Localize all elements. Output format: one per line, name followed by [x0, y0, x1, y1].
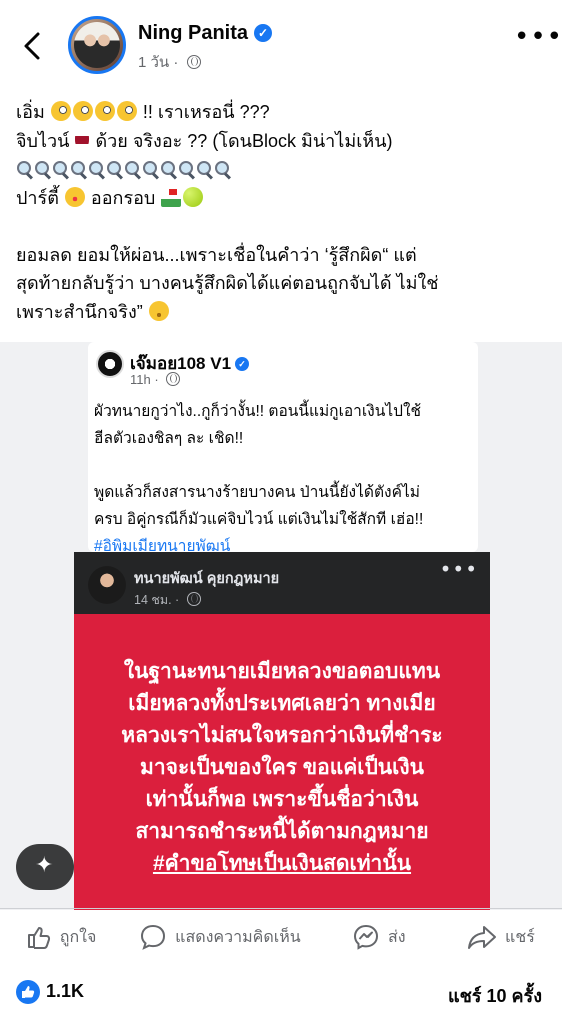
verified-badge-icon: ✓ [254, 24, 273, 42]
share-arrow-icon [468, 926, 497, 949]
caption-text: จิบไวน์ [16, 130, 70, 151]
share-button[interactable]: แชร์ [440, 910, 562, 964]
magnifying-glass-icon [178, 161, 195, 178]
verified-badge-icon: ✓ [235, 357, 250, 371]
comment-button[interactable]: แสดงความคิดเห็น [122, 910, 317, 964]
quoted-post-meta: 11h · [130, 372, 181, 387]
comment-label: แสดงความคิดเห็น [175, 928, 301, 946]
back-arrow-icon [24, 32, 40, 60]
quoted-paragraph: พูดแล้วก็สงสารนางร้ายบางคน ป่านนี้ยังได้… [94, 484, 424, 528]
share-label: แชร์ [505, 928, 535, 946]
quoted-post-time: 11h [130, 372, 151, 387]
caption-text: !! เราเหรอนี่ ??? [142, 102, 270, 122]
caption-text: ยอมลด ยอมให้ผ่อน...เพราะเชื่อในคำว่า ‘รู… [16, 244, 417, 265]
face-with-monocle-icon [72, 101, 93, 121]
magnifier-row [16, 159, 232, 179]
like-count[interactable]: 1.1K [46, 981, 84, 1002]
like-reaction-icon[interactable] [16, 980, 40, 1004]
magnifying-glass-icon [160, 161, 177, 178]
caption-text: ปาร์ตี้ [16, 187, 59, 208]
globe-icon [186, 55, 201, 69]
quoted-post-body: ผัวทนายกูว่าไง..กูก็ว่างั้น!! ตอนนี้แม่ก… [94, 398, 474, 560]
author-name[interactable]: Ning Panita [138, 22, 248, 44]
sparkle-icon: ✦ [35, 853, 54, 878]
caption-text: ด้วย จริงอะ ?? (โดนBlock มิน่าไม่เห็น) [95, 130, 393, 151]
more-options-button[interactable]: ••• [514, 24, 562, 52]
post-stats: 1.1K แชร์ 10 ครั้ง [0, 972, 562, 1014]
tennis-ball-icon [183, 186, 204, 207]
caption-text: เอิ่ม [16, 102, 45, 122]
embedded-post-screenshot: ทนายพัฒน์ คุยกฎหมาย 14 ชม. · ••• ในฐานะท… [74, 552, 490, 910]
post-header: Ning Panita ✓ 1 วัน · ••• [0, 0, 562, 92]
send-button[interactable]: ส่ง [318, 910, 440, 964]
magnifying-glass-icon [34, 161, 51, 178]
messenger-icon [353, 924, 378, 950]
face-with-monocle-icon [116, 101, 137, 121]
more-icon: ••• [514, 22, 562, 52]
partying-face-icon [64, 186, 85, 207]
pensive-face-icon [148, 300, 169, 321]
back-button[interactable] [18, 28, 48, 64]
magnifying-glass-icon [52, 161, 69, 178]
quoted-author-name: เจ๊มอย108 V1 [130, 354, 232, 373]
face-with-monocle-icon [94, 101, 115, 121]
embedded-post-header: ทนายพัฒน์ คุยกฎหมาย 14 ชม. · ••• [74, 552, 490, 614]
quoted-author-avatar [96, 350, 124, 378]
like-button[interactable]: ถูกใจ [0, 910, 122, 964]
magnifying-glass-icon [16, 161, 33, 178]
post-actions-bar: ถูกใจ แสดงความคิดเห็น ส่ง แชร์ [0, 910, 562, 964]
golf-flag-icon [161, 186, 182, 207]
magnifying-glass-icon [88, 161, 105, 178]
post-time[interactable]: 1 วัน [138, 54, 169, 71]
post-caption: เอิ่ม !! เราเหรอนี่ ??? จิบไวน์ ด้วย จริ… [16, 98, 550, 326]
embedded-post-text: ในฐานะทนายเมียหลวงขอตอบแทน เมียหลวงทั้งป… [74, 656, 490, 880]
magnifying-glass-icon [214, 161, 231, 178]
divider [0, 908, 562, 909]
globe-icon [186, 592, 201, 606]
post-media[interactable]: เจ๊มอย108 V1 ✓ 11h · ผัวทนายกูว่าไง..กูก็… [0, 342, 562, 910]
embedded-text-body: ในฐานะทนายเมียหลวงขอตอบแทน เมียหลวงทั้งป… [121, 660, 443, 843]
embedded-post-time: 14 ชม. [134, 593, 172, 607]
caption-text: ออกรอบ [90, 187, 156, 208]
caption-line-4: ปาร์ตี้ ออกรอบ [16, 186, 204, 208]
send-label: ส่ง [387, 928, 406, 946]
wine-glass-icon [75, 129, 90, 150]
quoted-post-screenshot: เจ๊มอย108 V1 ✓ 11h · ผัวทนายกูว่าไง..กูก็… [88, 342, 478, 555]
author-avatar[interactable] [68, 16, 126, 74]
magnifying-glass-icon [124, 161, 141, 178]
caption-line-2: จิบไวน์ ด้วย จริงอะ ?? (โดนBlock มิน่าไม… [16, 129, 393, 151]
caption-line-1: เอิ่ม !! เราเหรอนี่ ??? [16, 101, 270, 122]
author-name-row[interactable]: Ning Panita ✓ [138, 22, 273, 45]
caption-line-last: เพราะสำนึกจริง” [16, 300, 170, 322]
globe-icon [166, 372, 181, 386]
like-label: ถูกใจ [59, 928, 97, 946]
quoted-paragraph: ผัวทนายกูว่าไง..กูก็ว่างั้น!! ตอนนี้แม่ก… [94, 403, 422, 447]
embedded-post-text-card: ในฐานะทนายเมียหลวงขอตอบแทน เมียหลวงทั้งป… [74, 614, 490, 910]
meta-ai-button[interactable]: ✦ [16, 844, 74, 890]
face-with-monocle-icon [50, 101, 71, 121]
magnifying-glass-icon [196, 161, 213, 178]
embedded-hashtag: #คำขอโทษเป็นเงินสดเท่านั้น [152, 852, 412, 875]
thumbs-up-icon [27, 927, 50, 949]
magnifying-glass-icon [142, 161, 159, 178]
magnifying-glass-icon [70, 161, 87, 178]
embedded-author-name: ทนายพัฒน์ คุยกฎหมาย [134, 571, 280, 587]
share-count[interactable]: แชร์ 10 ครั้ง [448, 981, 542, 1010]
magnifying-glass-icon [106, 161, 123, 178]
post-meta: 1 วัน · [138, 50, 201, 74]
caption-text: เพราะสำนึกจริง” [16, 301, 143, 322]
embedded-post-meta: 14 ชม. · [134, 590, 201, 610]
comment-bubble-icon [141, 924, 166, 950]
embedded-author-avatar [88, 566, 126, 604]
more-icon: ••• [439, 557, 478, 581]
caption-text: สุดท้ายกลับรู้ว่า บางคนรู้สึกผิดได้แค่ตอ… [16, 273, 439, 293]
